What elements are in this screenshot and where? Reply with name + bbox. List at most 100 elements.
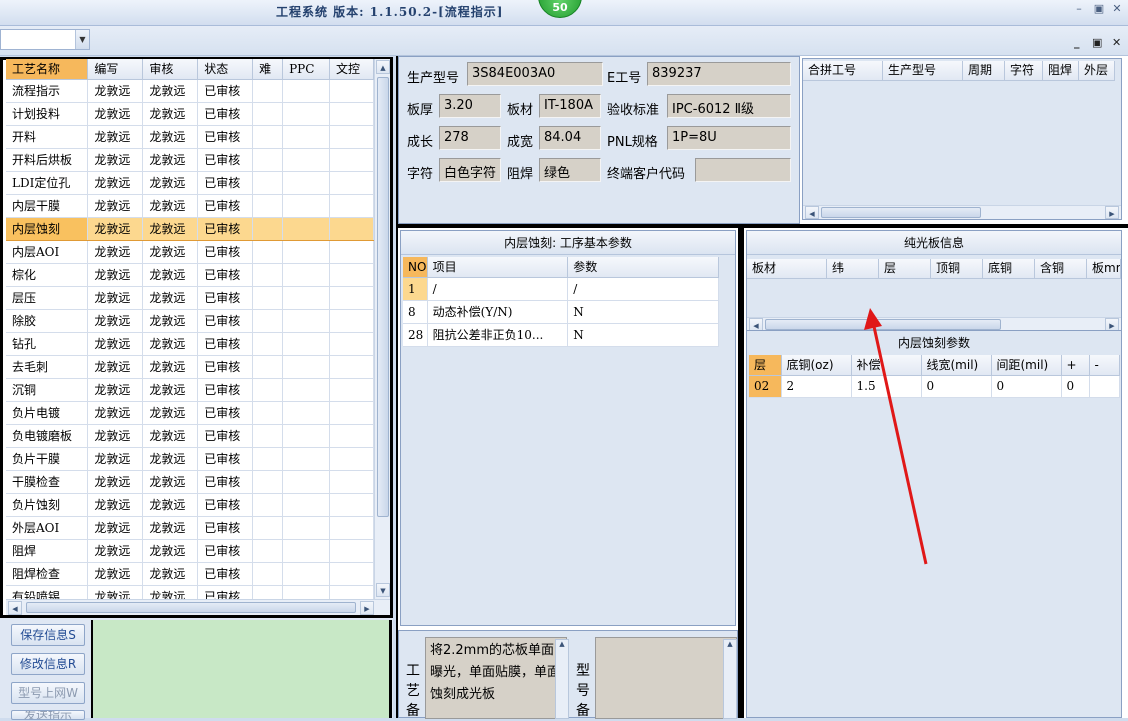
table-row[interactable]: 计划投料 龙敦远 龙敦远 已审核 [6, 102, 374, 126]
table-row[interactable]: 流程指示 龙敦远 龙敦远 已审核 [6, 79, 374, 103]
table-cell[interactable] [282, 378, 331, 402]
column-header[interactable]: 板mm [1087, 259, 1121, 279]
table-cell[interactable]: 龙敦远 [142, 125, 199, 149]
table-cell[interactable]: 有铅喷锡 [6, 585, 89, 599]
modify-button[interactable]: 修改信息R [11, 653, 85, 675]
e-number-field[interactable]: 839237 [647, 62, 791, 86]
save-button[interactable]: 保存信息S [11, 624, 85, 646]
table-cell[interactable] [252, 102, 284, 126]
table-cell[interactable]: 龙敦远 [142, 378, 199, 402]
close-icon[interactable]: ✕ [1110, 2, 1124, 16]
table-cell[interactable]: 已审核 [197, 286, 254, 310]
table-cell[interactable]: 已审核 [197, 470, 254, 494]
table-row[interactable]: 内层蚀刻 龙敦远 龙敦远 已审核 [6, 216, 374, 241]
table-cell[interactable]: 龙敦远 [87, 79, 144, 103]
merge-grid-hscroll[interactable]: ◀ ▶ [803, 205, 1121, 219]
mask-field[interactable]: 绿色 [539, 158, 601, 182]
table-cell[interactable]: N [567, 300, 719, 324]
table-cell[interactable]: 流程指示 [6, 79, 89, 103]
minimize-icon[interactable]: – [1072, 2, 1086, 16]
scroll-right-icon[interactable]: ▶ [360, 601, 374, 615]
table-cell[interactable]: 龙敦远 [142, 516, 199, 540]
table-cell[interactable]: 龙敦远 [87, 148, 144, 172]
table-row[interactable]: 内层AOI 龙敦远 龙敦远 已审核 [6, 240, 374, 264]
table-cell[interactable]: 棕化 [6, 263, 89, 287]
table-cell[interactable]: 负片干膜 [6, 447, 89, 471]
table-row[interactable]: 阻焊 龙敦远 龙敦远 已审核 [6, 539, 374, 563]
column-header[interactable]: 层 [749, 355, 782, 376]
table-cell[interactable]: 龙敦远 [87, 125, 144, 149]
table-cell[interactable] [252, 194, 284, 218]
table-cell[interactable] [329, 216, 374, 241]
process-grid-vscroll[interactable]: ▲ ▼ [374, 59, 390, 599]
table-cell[interactable] [252, 125, 284, 149]
table-row[interactable]: 除胶 龙敦远 龙敦远 已审核 [6, 309, 374, 333]
table-cell[interactable]: 龙敦远 [142, 286, 199, 310]
table-cell[interactable]: 已审核 [197, 585, 254, 599]
table-cell[interactable]: 龙敦远 [87, 378, 144, 402]
scroll-right-icon[interactable]: ▶ [1105, 206, 1119, 219]
column-header[interactable]: 生产型号 [883, 61, 963, 81]
table-cell[interactable] [282, 171, 331, 195]
column-header[interactable]: + [1061, 355, 1090, 376]
table-cell[interactable] [282, 286, 331, 310]
column-header[interactable]: 项目 [427, 257, 569, 278]
table-cell[interactable] [329, 286, 374, 310]
char-field[interactable]: 白色字符 [439, 158, 501, 182]
table-cell[interactable]: 28 [403, 323, 428, 347]
table-row[interactable]: 负片电镀 龙敦远 龙敦远 已审核 [6, 401, 374, 425]
table-row[interactable]: 棕化 龙敦远 龙敦远 已审核 [6, 263, 374, 287]
table-cell[interactable] [329, 516, 374, 540]
table-cell[interactable] [282, 79, 331, 103]
column-header[interactable]: 间距(mil) [991, 355, 1062, 376]
column-header[interactable]: 底铜 [983, 259, 1035, 279]
column-header[interactable]: 难 [252, 59, 284, 80]
table-cell[interactable]: 已审核 [197, 401, 254, 425]
table-cell[interactable]: 龙敦远 [142, 493, 199, 517]
scroll-up-icon[interactable]: ▲ [724, 640, 736, 648]
column-header[interactable]: 审核 [142, 59, 199, 80]
table-cell[interactable] [282, 401, 331, 425]
table-cell[interactable] [252, 309, 284, 333]
scroll-left-icon[interactable]: ◀ [805, 206, 819, 219]
table-row[interactable]: 有铅喷锡 龙敦远 龙敦远 已审核 [6, 585, 374, 599]
table-cell[interactable]: 龙敦远 [87, 216, 144, 241]
table-cell[interactable]: 沉铜 [6, 378, 89, 402]
table-cell[interactable] [282, 332, 331, 356]
table-cell[interactable]: 已审核 [197, 79, 254, 103]
table-cell[interactable]: 已审核 [197, 194, 254, 218]
table-cell[interactable] [252, 401, 284, 425]
table-cell[interactable]: 龙敦远 [142, 585, 199, 599]
table-cell[interactable]: 龙敦远 [87, 171, 144, 195]
table-cell[interactable]: / [427, 277, 569, 301]
table-cell[interactable] [252, 355, 284, 379]
scroll-down-icon[interactable]: ▼ [376, 583, 390, 597]
table-cell[interactable]: 龙敦远 [142, 562, 199, 586]
table-cell[interactable]: 内层蚀刻 [6, 216, 89, 241]
table-cell[interactable] [252, 332, 284, 356]
table-cell[interactable]: 已审核 [197, 378, 254, 402]
table-cell[interactable] [282, 148, 331, 172]
table-cell[interactable]: 龙敦远 [142, 148, 199, 172]
table-cell[interactable]: 龙敦远 [87, 102, 144, 126]
table-cell[interactable] [329, 263, 374, 287]
table-cell[interactable]: 龙敦远 [87, 562, 144, 586]
table-cell[interactable] [282, 309, 331, 333]
upload-model-button[interactable]: 型号上网W [11, 682, 85, 704]
table-row[interactable]: 负电镀磨板 龙敦远 龙敦远 已审核 [6, 424, 374, 448]
column-header[interactable]: NO [403, 257, 428, 278]
table-row[interactable]: 钻孔 龙敦远 龙敦远 已审核 [6, 332, 374, 356]
table-cell[interactable]: 龙敦远 [87, 332, 144, 356]
table-cell[interactable] [282, 470, 331, 494]
table-cell[interactable] [282, 562, 331, 586]
table-cell[interactable]: 已审核 [197, 263, 254, 287]
table-cell[interactable]: 龙敦远 [142, 194, 199, 218]
table-cell[interactable] [329, 240, 374, 264]
table-row[interactable]: 28 阻抗公差非正负10... N [403, 323, 719, 347]
table-cell[interactable] [282, 539, 331, 563]
column-header[interactable]: 阻焊 [1043, 61, 1079, 81]
material-field[interactable]: IT-180A [539, 94, 601, 118]
scroll-thumb[interactable] [821, 207, 981, 218]
table-cell[interactable] [329, 493, 374, 517]
table-cell[interactable]: 负片蚀刻 [6, 493, 89, 517]
